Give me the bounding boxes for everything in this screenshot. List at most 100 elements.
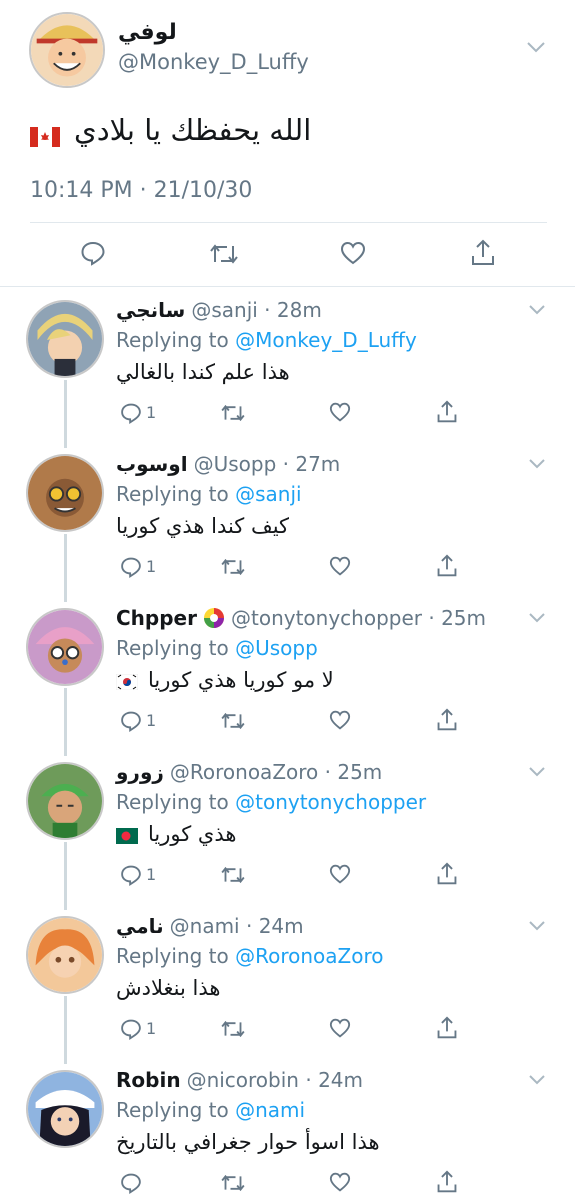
- reply-tweet[interactable]: نامي @nami · 24m Replying to @RoronoaZoro…: [0, 904, 575, 1064]
- author-name[interactable]: سانجي: [116, 298, 185, 322]
- replying-prefix: Replying to: [116, 790, 236, 814]
- replying-to: Replying to @nami: [116, 1098, 305, 1122]
- reply-text-content: لا مو كوريا هذي كوريا: [148, 668, 334, 692]
- retweet-icon[interactable]: [220, 557, 246, 577]
- retweet-icon[interactable]: [220, 1019, 246, 1039]
- replying-to: Replying to @sanji: [116, 482, 302, 506]
- reply-time[interactable]: 24m: [259, 914, 304, 938]
- author-name[interactable]: Chpper: [116, 606, 197, 630]
- lollipop-icon: [203, 607, 225, 629]
- retweet-icon[interactable]: [220, 1173, 246, 1193]
- reply-icon[interactable]: [120, 864, 142, 886]
- reply-time[interactable]: 27m: [295, 452, 340, 476]
- reply-header: زورو @RoronoaZoro · 25m: [116, 760, 382, 784]
- main-author-name[interactable]: لوفي: [118, 20, 177, 45]
- share-icon[interactable]: [436, 862, 458, 886]
- chevron-down-icon[interactable]: [528, 458, 546, 470]
- retweet-icon[interactable]: [209, 242, 239, 266]
- replying-mention[interactable]: @tonytonychopper: [235, 790, 426, 814]
- reply-tweet[interactable]: سانجي @sanji · 28m Replying to @Monkey_D_…: [0, 288, 575, 448]
- chevron-down-icon[interactable]: [526, 40, 546, 54]
- reply-icon[interactable]: [120, 1018, 142, 1040]
- share-icon[interactable]: [436, 708, 458, 732]
- retweet-icon[interactable]: [220, 865, 246, 885]
- replying-mention[interactable]: @Monkey_D_Luffy: [235, 328, 417, 352]
- author-name[interactable]: اوسوب: [116, 452, 188, 476]
- reply-header: نامي @nami · 24m: [116, 914, 304, 938]
- author-handle[interactable]: @nicorobin: [187, 1068, 299, 1092]
- reply-time[interactable]: 25m: [441, 606, 486, 630]
- chevron-down-icon[interactable]: [528, 766, 546, 778]
- share-icon[interactable]: [436, 1016, 458, 1040]
- reply-icon[interactable]: [120, 402, 142, 424]
- tweet-timestamp[interactable]: 10:14 PM · 21/10/30: [30, 178, 252, 203]
- share-icon[interactable]: [436, 554, 458, 578]
- share-icon[interactable]: [470, 239, 496, 267]
- chevron-down-icon[interactable]: [528, 1074, 546, 1086]
- like-icon[interactable]: [329, 402, 351, 422]
- author-handle[interactable]: @RoronoaZoro: [170, 760, 318, 784]
- reply-tweet[interactable]: Chpper @tonytonychopper · 25m Replying to…: [0, 596, 575, 756]
- like-icon[interactable]: [329, 1172, 351, 1192]
- reply-tweet[interactable]: زورو @RoronoaZoro · 25m Replying to @tony…: [0, 750, 575, 910]
- share-icon[interactable]: [436, 1170, 458, 1194]
- author-handle[interactable]: @nami: [170, 914, 240, 938]
- like-icon[interactable]: [329, 710, 351, 730]
- reply-text: لا مو كوريا هذي كوريا: [115, 668, 334, 692]
- thread-line: [64, 380, 67, 448]
- reply-icon[interactable]: [80, 240, 106, 266]
- author-handle[interactable]: @tonytonychopper: [231, 606, 422, 630]
- zoro-avatar[interactable]: [26, 762, 104, 840]
- reply-text: هذا بنغلادش: [116, 976, 221, 1000]
- robin-avatar[interactable]: [26, 1070, 104, 1148]
- like-icon[interactable]: [329, 1018, 351, 1038]
- reply-time[interactable]: 24m: [318, 1068, 363, 1092]
- chevron-down-icon[interactable]: [528, 612, 546, 624]
- reply-tweet[interactable]: Robin @nicorobin · 24m Replying to @nami …: [0, 1058, 575, 1200]
- reply-tweet[interactable]: اوسوب @Usopp · 27m Replying to @sanji كيف…: [0, 442, 575, 602]
- thread-line: [64, 688, 67, 756]
- replying-to: Replying to @Usopp: [116, 636, 318, 660]
- reply-header: سانجي @sanji · 28m: [116, 298, 322, 322]
- main-author-handle[interactable]: @Monkey_D_Luffy: [118, 50, 309, 74]
- replying-mention[interactable]: @RoronoaZoro: [235, 944, 383, 968]
- replying-mention[interactable]: @Usopp: [235, 636, 318, 660]
- replying-to: Replying to @RoronoaZoro: [116, 944, 384, 968]
- author-handle[interactable]: @sanji: [191, 298, 257, 322]
- like-icon[interactable]: [329, 864, 351, 884]
- reply-text-content: هذي كوريا: [148, 822, 237, 846]
- like-icon[interactable]: [329, 556, 351, 576]
- canada-flag-icon: [30, 120, 60, 147]
- replying-mention[interactable]: @sanji: [235, 482, 301, 506]
- reply-icon[interactable]: [120, 556, 142, 578]
- sanji-avatar[interactable]: [26, 300, 104, 378]
- divider: [30, 222, 547, 223]
- reply-count: 1: [146, 403, 157, 422]
- reply-action-bar: 1: [116, 554, 466, 584]
- like-icon[interactable]: [340, 241, 366, 265]
- share-icon[interactable]: [436, 400, 458, 424]
- author-handle[interactable]: @Usopp: [194, 452, 277, 476]
- author-name[interactable]: Robin: [116, 1068, 181, 1092]
- separator-dot: ·: [239, 914, 259, 938]
- reply-text: كيف كندا هذي كوريا: [116, 514, 290, 538]
- retweet-icon[interactable]: [220, 711, 246, 731]
- reply-icon[interactable]: [120, 710, 142, 732]
- luffy-avatar[interactable]: [29, 12, 105, 88]
- author-name[interactable]: نامي: [116, 914, 164, 938]
- replying-mention[interactable]: @nami: [235, 1098, 305, 1122]
- main-action-bar: [0, 232, 575, 276]
- reply-time[interactable]: 28m: [277, 298, 322, 322]
- usopp-avatar[interactable]: [26, 454, 104, 532]
- reply-icon[interactable]: [120, 1172, 142, 1194]
- chevron-down-icon[interactable]: [528, 920, 546, 932]
- replying-to: Replying to @Monkey_D_Luffy: [116, 328, 417, 352]
- author-name[interactable]: زورو: [116, 760, 164, 784]
- retweet-icon[interactable]: [220, 403, 246, 423]
- reply-time[interactable]: 25m: [337, 760, 382, 784]
- thread-line: [64, 996, 67, 1064]
- chopper-avatar[interactable]: [26, 608, 104, 686]
- chevron-down-icon[interactable]: [528, 304, 546, 316]
- nami-avatar[interactable]: [26, 916, 104, 994]
- bangladesh-flag-icon: [116, 825, 138, 844]
